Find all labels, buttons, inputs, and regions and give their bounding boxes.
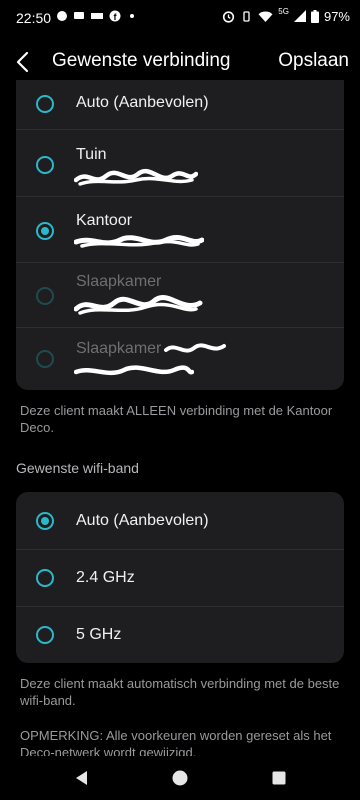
facebook-icon: f: [109, 10, 121, 22]
back-button[interactable]: [10, 48, 38, 76]
message-icon: [74, 12, 84, 19]
band-option-5ghz[interactable]: 5 GHz: [16, 607, 344, 663]
radio-button[interactable]: [36, 156, 54, 174]
node-option-auto[interactable]: Auto (Aanbevolen): [16, 80, 344, 129]
node-option-slaapkamer-1[interactable]: Slaapkamer: [16, 263, 344, 326]
band-selection-card: Auto (Aanbevolen) 2.4 GHz 5 GHz: [16, 492, 344, 663]
system-icons: 5G 97%: [222, 7, 350, 24]
radio-button[interactable]: [36, 569, 54, 587]
dot-icon: [130, 14, 134, 18]
radio-button[interactable]: [36, 626, 54, 644]
status-time: 22:50: [16, 10, 52, 26]
radio-button-disabled[interactable]: [36, 350, 54, 368]
redacted-scribble: [164, 343, 226, 353]
node-label: Auto (Aanbevolen): [76, 94, 209, 111]
chat-icon: [57, 11, 67, 21]
band-section-title: Gewenste wifi-band: [16, 460, 139, 476]
node-note: Deze client maakt ALLEEN verbinding met …: [20, 403, 333, 435]
navigation-bar: [0, 756, 360, 800]
node-label: Tuin: [76, 146, 107, 163]
redacted-scribble: [74, 295, 203, 315]
band-option-auto[interactable]: Auto (Aanbevolen): [16, 492, 344, 549]
radio-button-selected[interactable]: [36, 512, 54, 530]
redacted-scribble: [74, 365, 194, 376]
page-title: Gewenste verbinding: [52, 50, 231, 71]
node-option-slaapkamer-2[interactable]: Slaapkamer: [16, 328, 344, 390]
band-label: Auto (Aanbevolen): [76, 512, 209, 529]
node-option-kantoor[interactable]: Kantoor: [16, 197, 344, 261]
alarm-icon: [223, 11, 235, 23]
node-label: Slaapkamer: [76, 340, 162, 357]
nav-back-icon[interactable]: [72, 768, 92, 788]
nav-recents-icon[interactable]: [269, 768, 289, 788]
save-button[interactable]: Opslaan: [278, 50, 349, 72]
news-icon: [91, 13, 103, 19]
node-selection-card: Auto (Aanbevolen) Tuin Kantoor Slaapkame…: [16, 80, 344, 390]
chevron-left-icon: [16, 51, 29, 73]
status-bar: 22:50 f 5G 97%: [0, 0, 360, 36]
radio-button[interactable]: [36, 95, 54, 113]
reset-remark: OPMERKING: Alle voorkeuren worden gerese…: [20, 728, 332, 756]
radio-button-disabled[interactable]: [36, 287, 54, 305]
node-label: Slaapkamer: [76, 273, 162, 290]
battery-icon: [310, 10, 319, 23]
node-label: Kantoor: [76, 212, 133, 229]
nav-home-icon[interactable]: [170, 768, 190, 788]
redacted-scribble: [74, 168, 198, 186]
wifi-icon: [258, 11, 273, 22]
band-note: Deze client maakt automatisch verbinding…: [20, 676, 340, 708]
band-label: 5 GHz: [76, 626, 122, 643]
redacted-scribble: [74, 234, 204, 248]
signal-icon: [293, 10, 306, 22]
vibrate-icon: [243, 11, 250, 22]
node-option-tuin[interactable]: Tuin: [16, 130, 344, 195]
band-label: 2.4 GHz: [76, 569, 135, 586]
notification-icons: f: [56, 10, 138, 22]
network-type: 5G: [278, 7, 289, 16]
radio-button-selected[interactable]: [36, 222, 54, 240]
band-option-2-4ghz[interactable]: 2.4 GHz: [16, 550, 344, 606]
battery-percent: 97%: [323, 9, 350, 24]
